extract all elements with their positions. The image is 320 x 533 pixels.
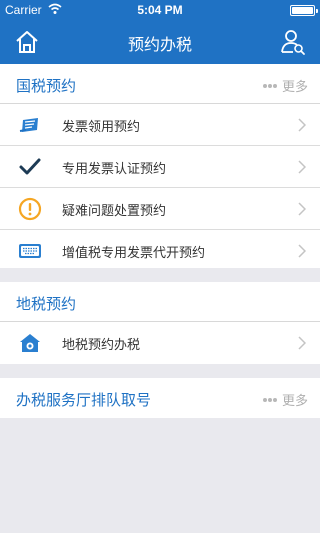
section-title: 国税预约 bbox=[16, 77, 77, 95]
list-item-certification[interactable]: 专用发票认证预约 bbox=[0, 146, 320, 188]
warning-icon bbox=[18, 197, 42, 221]
list-item-label: 专用发票认证预约 bbox=[62, 162, 167, 177]
queue-section: 办税服务厅排队取号 更多 bbox=[0, 378, 320, 418]
top-bar: Carrier 5:04 PM 预约办税 bbox=[0, 0, 320, 64]
keyboard-icon bbox=[19, 244, 41, 258]
status-bar: Carrier 5:04 PM bbox=[0, 0, 320, 20]
more-label: 更多 bbox=[281, 394, 308, 409]
dots-icon bbox=[262, 397, 277, 402]
tax-office-icon bbox=[20, 334, 40, 352]
list-item-local-tax[interactable]: 地税预约办税 bbox=[0, 322, 320, 364]
queue-header: 办税服务厅排队取号 更多 bbox=[0, 378, 320, 418]
user-search-icon[interactable] bbox=[280, 28, 306, 56]
list-item-label: 疑难问题处置预约 bbox=[62, 204, 167, 219]
guoshui-section: 国税预约 更多 发票领用预约 专用发票认证预约 疑难问题处置预约 增值税专用发票… bbox=[0, 64, 320, 268]
page-title: 预约办税 bbox=[127, 35, 192, 54]
section-title: 地税预约 bbox=[16, 295, 77, 313]
list-item-invoice[interactable]: 发票领用预约 bbox=[0, 104, 320, 146]
list-item-label: 地税预约办税 bbox=[62, 338, 141, 353]
chevron-right-icon bbox=[298, 118, 306, 132]
more-link[interactable]: 更多 bbox=[262, 76, 308, 95]
chevron-right-icon bbox=[298, 244, 306, 258]
list-item-problem[interactable]: 疑难问题处置预约 bbox=[0, 188, 320, 230]
dishui-header: 地税预约 bbox=[0, 282, 320, 322]
invoice-icon bbox=[19, 118, 38, 132]
navigation-bar: 预约办税 bbox=[0, 20, 320, 64]
guoshui-header: 国税预约 更多 bbox=[0, 64, 320, 104]
clock: 5:04 PM bbox=[137, 3, 183, 17]
chevron-right-icon bbox=[298, 336, 306, 350]
more-link[interactable]: 更多 bbox=[262, 390, 308, 409]
more-label: 更多 bbox=[281, 80, 308, 95]
chevron-right-icon bbox=[298, 202, 306, 216]
checkmark-icon bbox=[19, 158, 41, 175]
section-title: 办税服务厅排队取号 bbox=[16, 391, 152, 409]
list-item-vat-invoice[interactable]: 增值税专用发票代开预约 bbox=[0, 230, 320, 272]
chevron-right-icon bbox=[298, 160, 306, 174]
list-item-label: 增值税专用发票代开预约 bbox=[62, 246, 206, 261]
list-item-label: 发票领用预约 bbox=[62, 120, 141, 135]
dishui-section: 地税预约 地税预约办税 bbox=[0, 282, 320, 364]
dots-icon bbox=[262, 83, 277, 88]
battery-icon bbox=[290, 5, 318, 16]
